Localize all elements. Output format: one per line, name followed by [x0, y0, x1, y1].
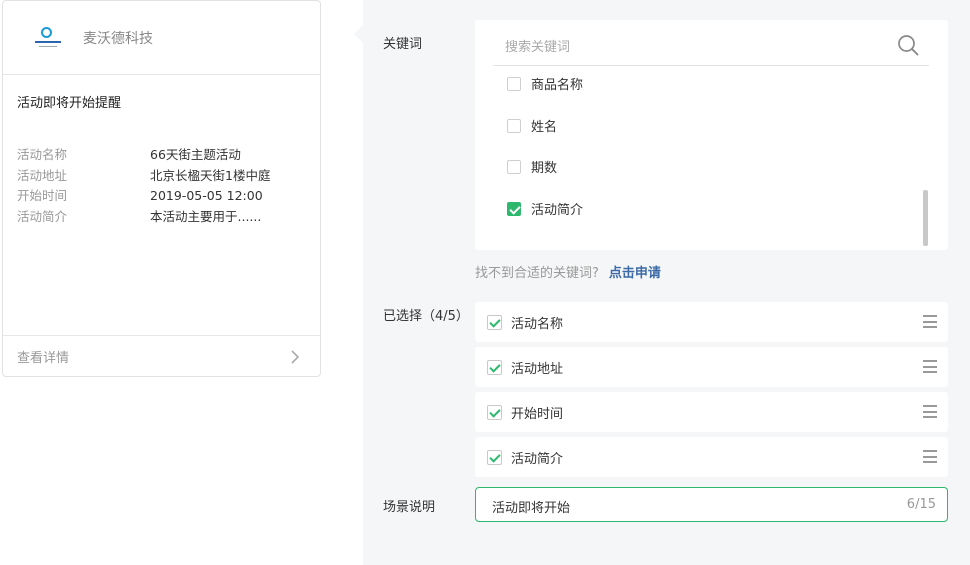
selected-checkbox[interactable]: [487, 359, 502, 375]
info-label: 活动名称: [17, 147, 68, 162]
info-value: 北京长楹天街1楼中庭: [150, 167, 271, 183]
info-label: 开始时间: [17, 188, 68, 203]
option-label: 姓名: [531, 120, 558, 135]
keyword-label: 关键词: [383, 37, 423, 52]
scene-description-input[interactable]: 活动即将开始 6/15: [475, 487, 948, 522]
scene-value: 活动即将开始: [492, 501, 571, 516]
selected-item-label: 活动简介: [511, 451, 564, 467]
option-label: 商品名称: [531, 78, 584, 93]
view-details-label: 查看详情: [17, 351, 70, 366]
panel-pointer: [354, 25, 363, 43]
chevron-right-icon: [291, 349, 300, 364]
selected-item[interactable]: 活动简介: [475, 437, 948, 477]
selected-item[interactable]: 活动地址: [475, 347, 948, 387]
keyword-option[interactable]: 商品名称: [507, 74, 583, 93]
message-preview-card: 麦沃德科技 活动即将开始提醒 活动名称 66天街主题活动 活动地址 北京长楹天街…: [2, 0, 321, 377]
info-label: 活动地址: [17, 167, 68, 183]
info-value: 本活动主要用于......: [150, 208, 262, 224]
info-list: 活动名称 66天街主题活动 活动地址 北京长楹天街1楼中庭 开始时间 2019-…: [17, 145, 307, 227]
selected-checkbox[interactable]: [487, 449, 502, 465]
card-header: 麦沃德科技: [3, 1, 320, 75]
option-checkbox[interactable]: [507, 118, 521, 133]
option-label: 活动简介: [531, 203, 584, 218]
option-label: 期数: [531, 161, 558, 176]
info-label: 活动简介: [17, 208, 68, 224]
option-checkbox[interactable]: [507, 159, 521, 174]
info-value: 66天街主题活动: [150, 147, 241, 162]
selected-item-label: 活动名称: [511, 316, 564, 332]
hint-text: 找不到合适的关键词?: [475, 266, 599, 281]
card-title: 活动即将开始提醒: [17, 96, 122, 111]
search-icon[interactable]: [897, 34, 919, 56]
info-row: 活动地址 北京长楹天街1楼中庭: [17, 166, 307, 187]
keyword-option[interactable]: 姓名: [507, 116, 557, 135]
option-checkbox[interactable]: [507, 76, 521, 91]
keyword-picker: 搜索关键词 商品名称 姓名 期数 活动简介: [475, 20, 948, 250]
selected-item-label: 活动地址: [511, 361, 564, 377]
apply-keyword-link[interactable]: 点击申请: [609, 266, 661, 281]
drag-handle-icon[interactable]: [923, 360, 937, 373]
selected-item[interactable]: 活动名称: [475, 302, 948, 342]
selected-checkbox[interactable]: [487, 404, 502, 420]
drag-handle-icon[interactable]: [923, 450, 937, 463]
option-checkbox-checked[interactable]: [507, 201, 521, 216]
selected-label: 已选择（4/5）: [383, 309, 469, 324]
drag-handle-icon[interactable]: [923, 405, 937, 418]
selected-checkbox[interactable]: [487, 314, 502, 330]
selected-item-label: 开始时间: [511, 406, 564, 422]
drag-handle-icon[interactable]: [923, 315, 937, 328]
info-value: 2019-05-05 12:00: [150, 188, 263, 203]
info-row: 活动名称 66天街主题活动: [17, 145, 307, 166]
keyword-scrollbar[interactable]: [923, 190, 928, 246]
keyword-option[interactable]: 活动简介: [507, 199, 583, 218]
company-logo: [35, 25, 61, 51]
keyword-option[interactable]: 期数: [507, 157, 557, 176]
keyword-hint: 找不到合适的关键词? 点击申请: [475, 262, 661, 281]
selected-item[interactable]: 开始时间: [475, 392, 948, 432]
settings-panel: 关键词 搜索关键词 商品名称 姓名 期数 活动简介 找不到合适的关键词? 点击申…: [363, 0, 970, 565]
info-row: 活动简介 本活动主要用于......: [17, 207, 307, 228]
scene-label: 场景说明: [383, 500, 436, 515]
keyword-search-input[interactable]: 搜索关键词: [493, 32, 929, 66]
char-counter: 6/15: [906, 497, 936, 512]
view-details-link[interactable]: 查看详情: [3, 335, 320, 377]
info-row: 开始时间 2019-05-05 12:00: [17, 186, 307, 207]
brand-name: 麦沃德科技: [83, 30, 153, 47]
search-placeholder: 搜索关键词: [505, 40, 571, 55]
